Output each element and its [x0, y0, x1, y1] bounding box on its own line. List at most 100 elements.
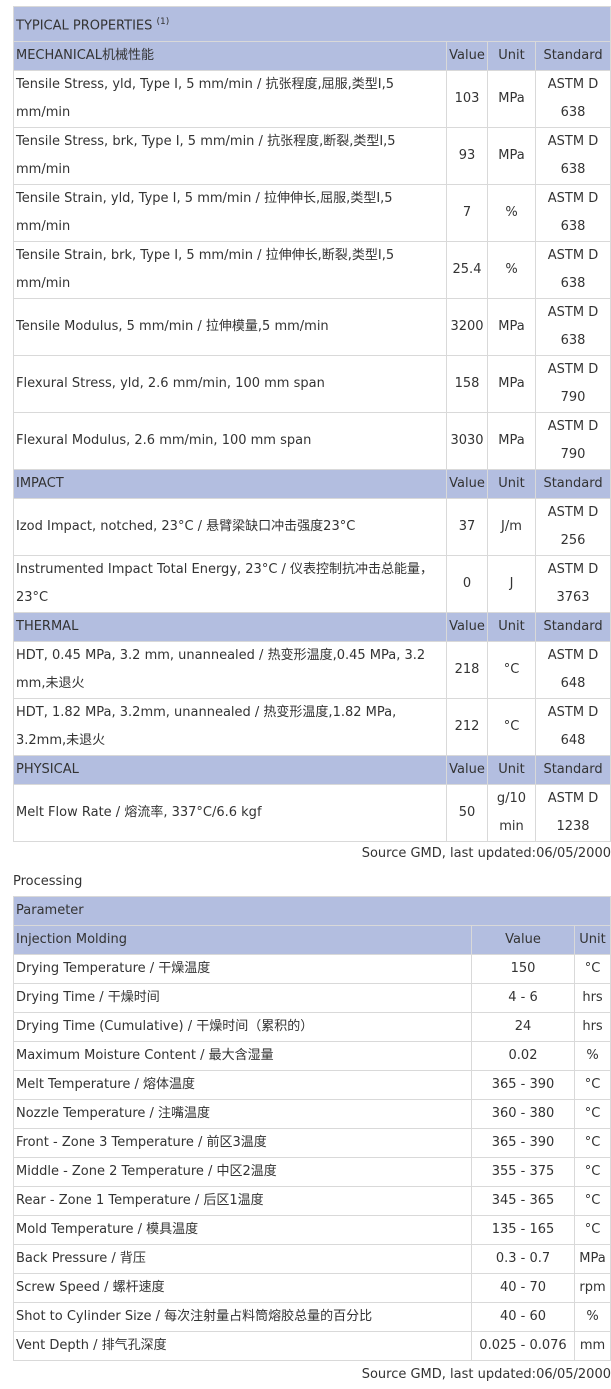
col-standard-header: Standard: [534, 469, 611, 500]
property-unit: MPa: [487, 70, 536, 129]
property-row: Tensile Strain, brk, Type I, 5 mm/min / …: [13, 241, 611, 300]
property-value: 50: [446, 784, 488, 843]
processing-unit: hrs: [573, 1012, 611, 1042]
processing-value: 40 - 60: [471, 1302, 575, 1332]
processing-value: 4 - 6: [471, 983, 575, 1013]
property-unit: %: [487, 184, 536, 243]
section-name: IMPACT: [13, 469, 447, 500]
property-value: 0: [446, 555, 488, 614]
processing-unit: MPa: [573, 1244, 611, 1274]
processing-row: Back Pressure / 背压 0.3 - 0.7 MPa: [13, 1244, 611, 1274]
property-value: 212: [446, 698, 488, 757]
processing-value: 40 - 70: [471, 1273, 575, 1303]
property-name: Tensile Strain, yld, Type I, 5 mm/min / …: [13, 184, 447, 243]
property-row: HDT, 0.45 MPa, 3.2 mm, unannealed / 热变形温…: [13, 641, 611, 700]
property-standard: ASTM D 1238: [534, 784, 611, 843]
property-row: HDT, 1.82 MPa, 3.2mm, unannealed / 热变形温度…: [13, 698, 611, 757]
processing-param: Drying Time / 干燥时间: [13, 983, 472, 1013]
processing-value: 360 - 380: [471, 1099, 575, 1129]
processing-row: Front - Zone 3 Temperature / 前区3温度 365 - …: [13, 1128, 611, 1158]
processing-param: Vent Depth / 排气孔深度: [13, 1331, 472, 1361]
property-name: Tensile Modulus, 5 mm/min / 拉伸模量,5 mm/mi…: [13, 298, 447, 357]
processing-row: Drying Temperature / 干燥温度 150 °C: [13, 954, 611, 984]
property-name: Tensile Stress, yld, Type I, 5 mm/min / …: [13, 70, 447, 129]
property-value: 3200: [446, 298, 488, 357]
col-standard-header: Standard: [534, 755, 611, 786]
section-header-row: THERMAL Value Unit Standard: [13, 612, 611, 643]
processing-param: Middle - Zone 2 Temperature / 中区2温度: [13, 1157, 472, 1187]
section-name: PHYSICAL: [13, 755, 447, 786]
property-row: Tensile Stress, brk, Type I, 5 mm/min / …: [13, 127, 611, 186]
property-row: Tensile Stress, yld, Type I, 5 mm/min / …: [13, 70, 611, 129]
property-value: 7: [446, 184, 488, 243]
processing-section-name: Injection Molding: [13, 925, 472, 955]
property-standard: ASTM D 648: [534, 698, 611, 757]
processing-unit: °C: [573, 1070, 611, 1100]
footnote-marker: (1): [156, 17, 170, 27]
processing-unit: °C: [573, 1186, 611, 1216]
property-name: Tensile Strain, brk, Type I, 5 mm/min / …: [13, 241, 447, 300]
property-row: Melt Flow Rate / 熔流率, 337°C/6.6 kgf 50 g/1…: [13, 784, 611, 843]
property-row: Instrumented Impact Total Energy, 23°C /…: [13, 555, 611, 614]
processing-value: 135 - 165: [471, 1215, 575, 1245]
property-standard: ASTM D 638: [534, 127, 611, 186]
processing-value: 0.02: [471, 1041, 575, 1071]
processing-row: Shot to Cylinder Size / 每次注射量占料筒熔胶总量的百分比…: [13, 1302, 611, 1332]
processing-source-note: Source GMD, last updated:06/05/2000: [361, 1367, 611, 1382]
section-header-row: PHYSICAL Value Unit Standard: [13, 755, 611, 786]
processing-parameter-label: Parameter: [12, 896, 611, 926]
col-value-header: Value: [446, 469, 488, 500]
properties-table: TYPICAL PROPERTIES (1) MECHANICAL机械性能 Val…: [12, 5, 611, 843]
processing-col-unit: Unit: [573, 925, 611, 955]
property-value: 25.4: [446, 241, 488, 300]
processing-row: Mold Temperature / 模具温度 135 - 165 °C: [13, 1215, 611, 1245]
col-standard-header: Standard: [534, 612, 611, 643]
property-unit: J: [487, 555, 536, 614]
property-unit: MPa: [487, 355, 536, 414]
property-row: Izod Impact, notched, 23°C / 悬臂梁缺口冲击强度23…: [13, 498, 611, 557]
property-standard: ASTM D 790: [534, 355, 611, 414]
property-value: 93: [446, 127, 488, 186]
processing-unit: mm: [573, 1331, 611, 1361]
processing-param: Screw Speed / 螺杆速度: [13, 1273, 472, 1303]
processing-value: 150: [471, 954, 575, 984]
processing-row: Drying Time / 干燥时间 4 - 6 hrs: [13, 983, 611, 1013]
processing-value: 24: [471, 1012, 575, 1042]
property-row: Tensile Modulus, 5 mm/min / 拉伸模量,5 mm/mi…: [13, 298, 611, 357]
processing-param: Drying Time (Cumulative) / 干燥时间（累积的）: [13, 1012, 472, 1042]
processing-value: 0.025 - 0.076: [471, 1331, 575, 1361]
properties-source-note: Source GMD, last updated:06/05/2000: [361, 846, 611, 861]
processing-row: Maximum Moisture Content / 最大含湿量 0.02%: [13, 1041, 611, 1071]
processing-param: Nozzle Temperature / 注嘴温度: [13, 1099, 472, 1129]
property-unit: MPa: [487, 412, 536, 471]
processing-unit: %: [573, 1302, 611, 1332]
col-unit-header: Unit: [487, 755, 536, 786]
processing-unit: °C: [573, 954, 611, 984]
property-standard: ASTM D 3763: [534, 555, 611, 614]
property-standard: ASTM D 790: [534, 412, 611, 471]
processing-param: Drying Temperature / 干燥温度: [13, 954, 472, 984]
property-row: Flexural Stress, yld, 2.6 mm/min, 100 mm…: [13, 355, 611, 414]
property-name: Instrumented Impact Total Energy, 23°C /…: [13, 555, 447, 614]
processing-heading: Processing: [13, 874, 83, 889]
property-unit: g/10 min: [487, 784, 536, 843]
processing-param: Back Pressure / 背压: [13, 1244, 472, 1274]
processing-unit: °C: [573, 1128, 611, 1158]
section-name: THERMAL: [13, 612, 447, 643]
section-header-row: MECHANICAL机械性能 Value Unit Standard: [13, 41, 611, 72]
processing-parameter-row: Parameter: [12, 896, 611, 926]
processing-value: 0.3 - 0.7: [471, 1244, 575, 1274]
property-unit: °C: [487, 641, 536, 700]
property-name: HDT, 0.45 MPa, 3.2 mm, unannealed / 热变形温…: [13, 641, 447, 700]
processing-unit: °C: [573, 1099, 611, 1129]
property-unit: °C: [487, 698, 536, 757]
processing-row: Nozzle Temperature / 注嘴温度 360 - 380 °C: [13, 1099, 611, 1129]
processing-row: Screw Speed / 螺杆速度 40 - 70 rpm: [13, 1273, 611, 1303]
property-standard: ASTM D 638: [534, 298, 611, 357]
processing-param: Mold Temperature / 模具温度: [13, 1215, 472, 1245]
processing-row: Middle - Zone 2 Temperature / 中区2温度 355 -…: [13, 1157, 611, 1187]
section-name: MECHANICAL机械性能: [13, 41, 447, 72]
col-unit-header: Unit: [487, 469, 536, 500]
property-value: 218: [446, 641, 488, 700]
processing-value: 365 - 390: [471, 1128, 575, 1158]
